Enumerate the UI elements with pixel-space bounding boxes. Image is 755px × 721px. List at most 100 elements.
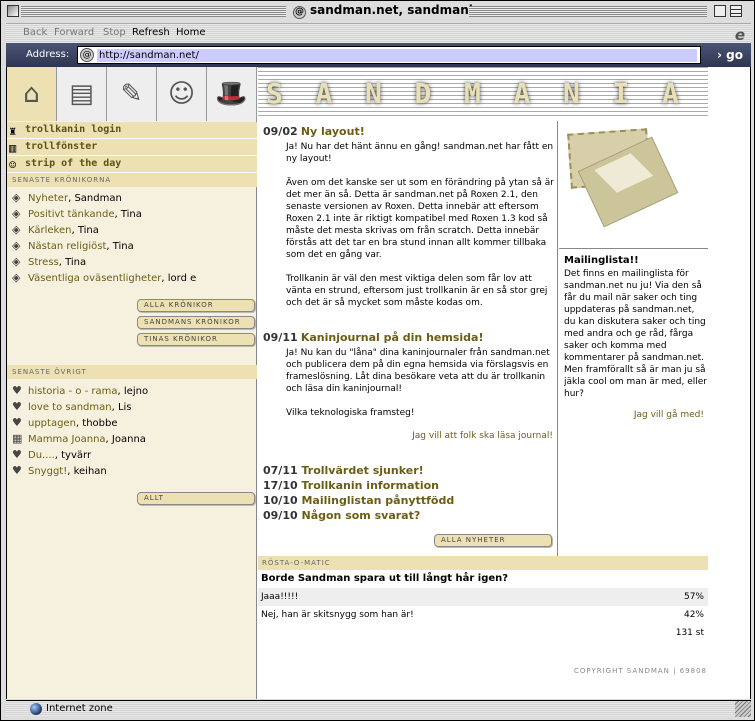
news-title[interactable]: Någon som svarat? — [301, 509, 420, 522]
other-title[interactable]: Mamma Joanna — [28, 434, 106, 445]
column-title[interactable]: Nyheter — [28, 193, 68, 204]
sidebar-link-trollkanin-login[interactable]: ♜ trollkanin login — [7, 122, 257, 139]
news-paragraph: Ja! Nu har det hänt ännu en gång! sandma… — [286, 142, 554, 164]
older-news-list: 07/11 Trollvärdet sjunker! 17/10 Trollka… — [263, 463, 454, 523]
heart-icon: ♥ — [12, 448, 22, 461]
home-button[interactable]: Home — [176, 27, 206, 38]
other-item[interactable]: ♥ Du...., tyvärr — [12, 448, 91, 463]
tina-columns-button[interactable]: TINAS KRÖNIKOR — [137, 333, 255, 346]
sidebar-link-strip[interactable]: ☺ strip of the day — [7, 156, 257, 173]
banner-letter: D — [414, 77, 432, 110]
all-other-button[interactable]: ALLT — [137, 492, 255, 505]
news-title[interactable]: Trollkanin information — [301, 479, 439, 492]
all-columns-button[interactable]: ALLA KRÖNIKOR — [137, 299, 255, 312]
column-item[interactable]: ◈ Väsentliga oväsentligheter, lord e — [12, 271, 196, 286]
other-item[interactable]: ♥ Snyggt!, keihan — [12, 464, 107, 479]
other-item[interactable]: ♥ upptagen, thobbe — [12, 416, 118, 431]
other-title[interactable]: love to sandman — [28, 402, 112, 413]
column-title[interactable]: Kärleken — [28, 225, 71, 236]
resize-handle[interactable] — [735, 701, 751, 717]
news-title[interactable]: Trollvärdet sjunker! — [301, 464, 423, 477]
column-author: Tina — [77, 225, 99, 236]
other-title[interactable]: historia - o - rama — [28, 386, 118, 397]
at-icon: @ — [80, 48, 94, 62]
window-icon: ▥ — [9, 141, 17, 155]
poll-header: RÖSTA-O-MATIC — [258, 556, 708, 570]
poll: RÖSTA-O-MATIC Borde Sandman spara ut til… — [258, 556, 708, 642]
news-date: 07/11 — [263, 464, 298, 477]
news-title[interactable]: Mailinglistan pånyttfödd — [301, 494, 454, 507]
other-title[interactable]: upptagen — [28, 418, 76, 429]
other-title[interactable]: Snyggt! — [28, 466, 67, 477]
book-icon: ◈ — [12, 239, 21, 252]
column-item[interactable]: ◈ Positivt tänkande, Tina — [12, 207, 142, 222]
title-bar[interactable]: @ sandman.net, sandmania — [1, 1, 754, 22]
column-item[interactable]: ◈ Nyheter, Sandman — [12, 191, 122, 206]
sandman-columns-button[interactable]: SANDMANS KRÖNIKOR — [137, 316, 255, 329]
other-item[interactable]: ♥ historia - o - rama, lejno — [12, 384, 148, 399]
heart-icon: ♥ — [12, 384, 22, 397]
sidebar-link-trollfonster[interactable]: ▥ trollfönster — [7, 139, 257, 156]
all-news-button[interactable]: ALLA NYHETER — [434, 534, 552, 547]
news-paragraph: Även om det kanske ser ut som en förändr… — [286, 178, 554, 260]
news-date: 09/11 — [263, 331, 298, 344]
read-journal-link[interactable]: Jag vill att folk ska läsa journal! — [412, 431, 553, 441]
heart-icon: ♥ — [12, 416, 22, 429]
home-icon[interactable]: ⌂ — [7, 67, 57, 121]
address-url[interactable]: http://sandman.net/ — [97, 49, 697, 62]
news-date: 17/10 — [263, 479, 298, 492]
older-news-item[interactable]: 17/10 Trollkanin information — [263, 478, 454, 493]
window-title: @ sandman.net, sandmania — [293, 3, 481, 19]
poll-option-label: Jaaa!!!!! — [261, 592, 299, 602]
column-author: lord e — [167, 273, 197, 284]
book-icon: ◈ — [12, 271, 21, 284]
poll-option[interactable]: Jaaa!!!!! 57% — [258, 588, 708, 606]
notes-icon[interactable]: ▤ — [57, 67, 107, 121]
collapse-box-icon[interactable] — [730, 5, 742, 17]
magic-hat-icon[interactable]: 🎩 — [207, 67, 257, 121]
banner-letter: S — [266, 77, 283, 110]
other-author: Joanna — [111, 434, 146, 445]
close-box-icon[interactable] — [7, 5, 19, 17]
news-paragraph: Ja! Nu kan du "låna" dina kaninjournaler… — [286, 348, 550, 394]
other-item[interactable]: ▦ Mamma Joanna, Joanna — [12, 432, 146, 447]
other-item[interactable]: ♥ love to sandman, Lis — [12, 400, 132, 415]
smiley-icon[interactable]: ☺ — [157, 67, 207, 121]
mailing-title: Mailinglista!! — [564, 255, 639, 266]
column-title[interactable]: Stress — [28, 257, 59, 268]
go-button[interactable]: › go — [717, 48, 743, 62]
zoom-box-icon[interactable] — [714, 5, 726, 17]
column-title[interactable]: Positivt tänkande — [28, 209, 114, 220]
column-author: Tina — [112, 241, 134, 252]
columns-header: SENASTE KRÖNIKORNA — [7, 173, 257, 187]
news-paragraph: Trollkanin är väl den mest viktiga delen… — [286, 274, 548, 308]
column-title[interactable]: Nästan religiöst — [28, 241, 106, 252]
stop-button[interactable]: Stop — [103, 27, 126, 38]
poll-option-label: Nej, han är skitsnygg som han är! — [261, 610, 414, 620]
other-title[interactable]: Du.... — [28, 450, 55, 461]
write-icon[interactable]: ✎ — [107, 67, 157, 121]
envelope-image — [559, 121, 708, 249]
heart-icon: ♥ — [12, 400, 22, 413]
column-item[interactable]: ◈ Kärleken, Tina — [12, 223, 99, 238]
globe-icon — [30, 703, 42, 715]
news-date: 10/10 — [263, 494, 298, 507]
banner-letter: A — [662, 77, 679, 110]
title-stripes — [469, 6, 707, 17]
news-column: 09/02 Ny layout! Ja! Nu har det hänt änn… — [258, 121, 558, 556]
news-paragraph: Vilka teknologiska framsteg! — [286, 408, 415, 418]
forward-button[interactable]: Forward — [54, 27, 94, 38]
older-news-item[interactable]: 07/11 Trollvärdet sjunker! — [263, 463, 454, 478]
column-title[interactable]: Väsentliga oväsentligheter — [28, 273, 161, 284]
join-mailing-link[interactable]: Jag vill gå med! — [634, 410, 704, 420]
news-title[interactable]: Kaninjournal på din hemsida! — [301, 331, 484, 344]
refresh-button[interactable]: Refresh — [132, 27, 170, 38]
older-news-item[interactable]: 10/10 Mailinglistan pånyttfödd — [263, 493, 454, 508]
back-button[interactable]: Back — [23, 27, 47, 38]
older-news-item[interactable]: 09/10 Någon som svarat? — [263, 508, 454, 523]
news-title[interactable]: Ny layout! — [301, 125, 365, 138]
poll-option[interactable]: Nej, han är skitsnygg som han är! 42% — [258, 606, 708, 624]
column-item[interactable]: ◈ Stress, Tina — [12, 255, 86, 270]
column-item[interactable]: ◈ Nästan religiöst, Tina — [12, 239, 134, 254]
address-input[interactable]: @ http://sandman.net/ — [77, 46, 701, 64]
